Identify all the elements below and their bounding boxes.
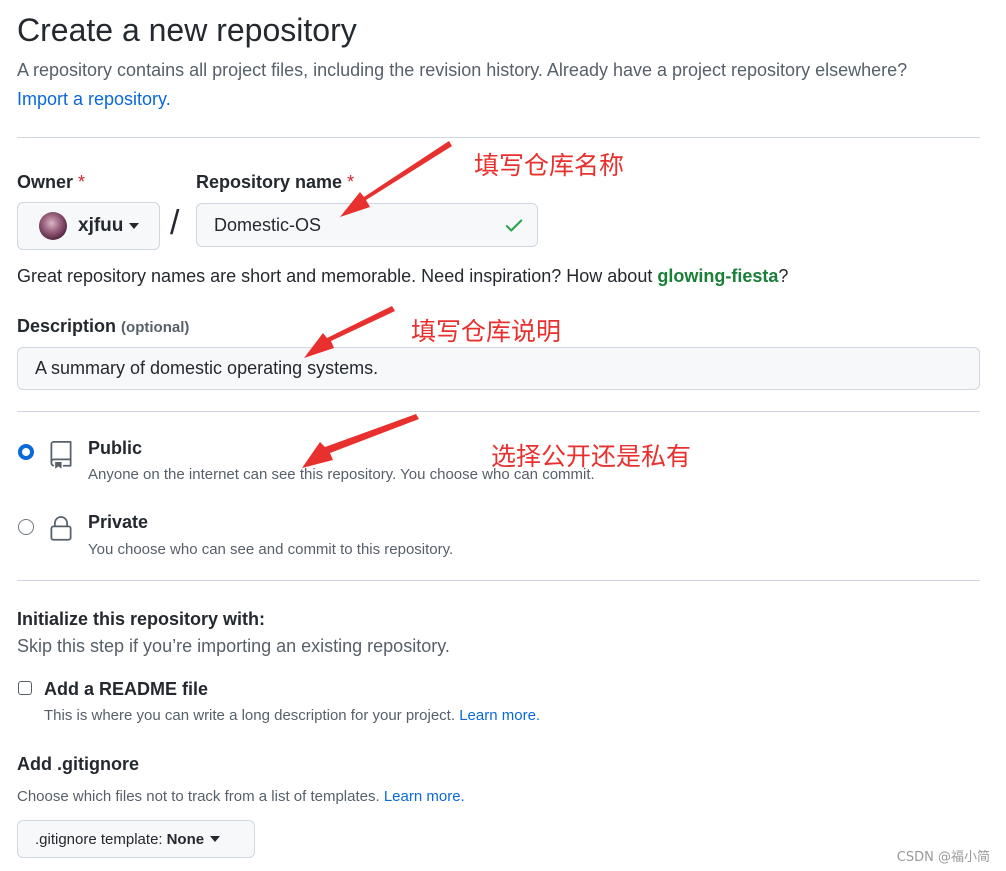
description-label: Description (optional) [17, 316, 190, 336]
gitignore-learn-more-link[interactable]: Learn more. [384, 788, 465, 805]
owner-name: xjfuu [78, 215, 124, 236]
gitignore-heading: Add .gitignore [17, 754, 139, 774]
readme-description: This is where you can write a long descr… [44, 707, 541, 724]
readme-checkbox[interactable] [18, 681, 32, 695]
check-icon [505, 219, 523, 232]
page-intro: A repository contains all project files,… [17, 60, 908, 80]
private-description: You choose who can see and commit to thi… [88, 541, 454, 558]
gitignore-selected-value: None [166, 830, 205, 848]
caret-down-icon [129, 223, 140, 229]
caret-down-icon [210, 836, 221, 842]
readme-label[interactable]: Add a README file [44, 679, 208, 700]
required-mark: * [347, 172, 355, 192]
annotation-repo-name: 填写仓库名称 [474, 151, 625, 180]
divider [17, 137, 980, 138]
gitignore-description: Choose which files not to track from a l… [17, 788, 465, 805]
suggested-name-link[interactable]: glowing-fiesta [657, 266, 778, 286]
public-title: Public [88, 438, 143, 458]
page-title: Create a new repository [17, 12, 357, 48]
arrow-icon [302, 414, 419, 468]
owner-select[interactable]: xjfuu [17, 202, 160, 250]
repo-name-label: Repository name * [196, 172, 355, 192]
watermark: CSDN @福小简 [896, 850, 990, 865]
gitignore-template-select[interactable]: .gitignore template: None [17, 820, 255, 858]
initialize-subtext: Skip this step if you’re importing an ex… [17, 636, 450, 656]
annotation-arrows [302, 141, 452, 468]
divider [17, 580, 980, 581]
import-repository-link[interactable]: Import a repository. [17, 89, 171, 110]
optional-tag: (optional) [121, 319, 190, 336]
owner-repo-separator: / [170, 204, 180, 242]
private-title: Private [88, 512, 149, 532]
repo-icon [50, 441, 72, 469]
lock-icon [50, 516, 72, 541]
owner-label: Owner * [17, 172, 86, 192]
description-input[interactable] [17, 347, 980, 390]
initialize-heading: Initialize this repository with: [17, 609, 266, 629]
avatar [39, 212, 67, 240]
annotation-visibility: 选择公开还是私有 [491, 442, 692, 471]
public-radio[interactable] [18, 444, 34, 460]
name-hint: Great repository names are short and mem… [17, 266, 789, 286]
private-radio[interactable] [18, 519, 34, 535]
annotation-description: 填写仓库说明 [411, 317, 562, 346]
divider [17, 411, 980, 412]
repository-name-input[interactable] [196, 203, 538, 247]
required-mark: * [78, 172, 86, 192]
readme-learn-more-link[interactable]: Learn more. [459, 707, 540, 724]
